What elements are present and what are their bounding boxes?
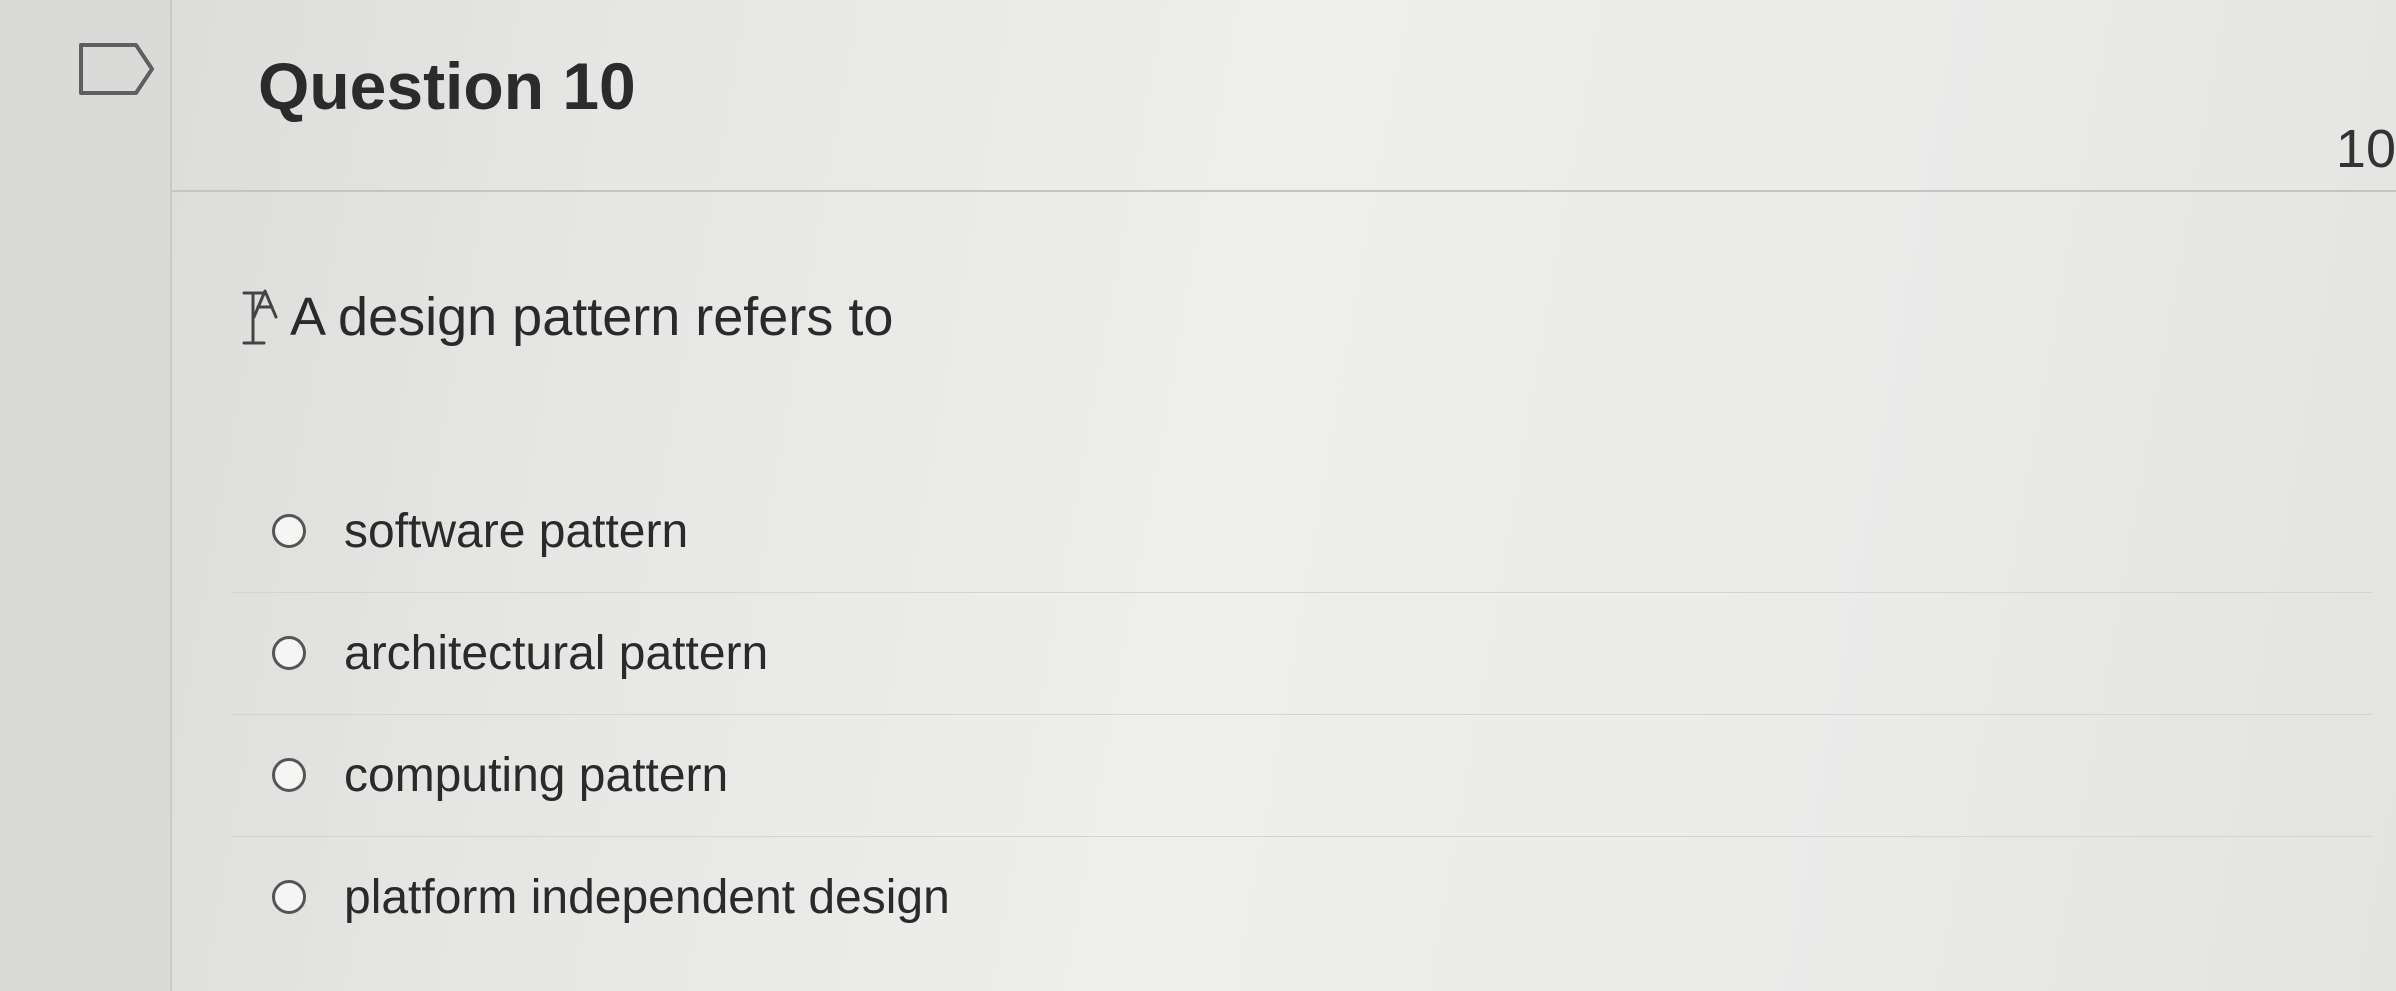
answer-list: software pattern architectural pattern c… bbox=[232, 470, 2372, 958]
question-text: A design pattern refers to bbox=[290, 287, 894, 347]
radio-button[interactable] bbox=[272, 636, 306, 670]
radio-button[interactable] bbox=[272, 880, 306, 914]
question-prompt: A design pattern refers to bbox=[238, 282, 893, 352]
left-gutter bbox=[0, 0, 172, 991]
answer-label: software pattern bbox=[344, 504, 689, 558]
answer-label: computing pattern bbox=[344, 748, 729, 802]
answer-option[interactable]: platform independent design bbox=[232, 836, 2372, 958]
flag-icon[interactable] bbox=[78, 42, 156, 96]
question-title: Question 10 bbox=[258, 49, 636, 123]
accessibility-icon[interactable] bbox=[238, 283, 282, 351]
question-points: 10 bbox=[2335, 119, 2396, 179]
answer-option[interactable]: software pattern bbox=[272, 470, 2372, 592]
answer-label: platform independent design bbox=[344, 870, 950, 924]
question-header: Question 10 10 bbox=[172, 0, 2396, 192]
question-card: Question 10 10 A design pattern refers t… bbox=[172, 0, 2396, 991]
answer-option[interactable]: architectural pattern bbox=[232, 592, 2372, 714]
answer-label: architectural pattern bbox=[344, 626, 769, 680]
radio-button[interactable] bbox=[272, 514, 306, 548]
answer-option[interactable]: computing pattern bbox=[232, 714, 2372, 836]
radio-button[interactable] bbox=[272, 758, 306, 792]
